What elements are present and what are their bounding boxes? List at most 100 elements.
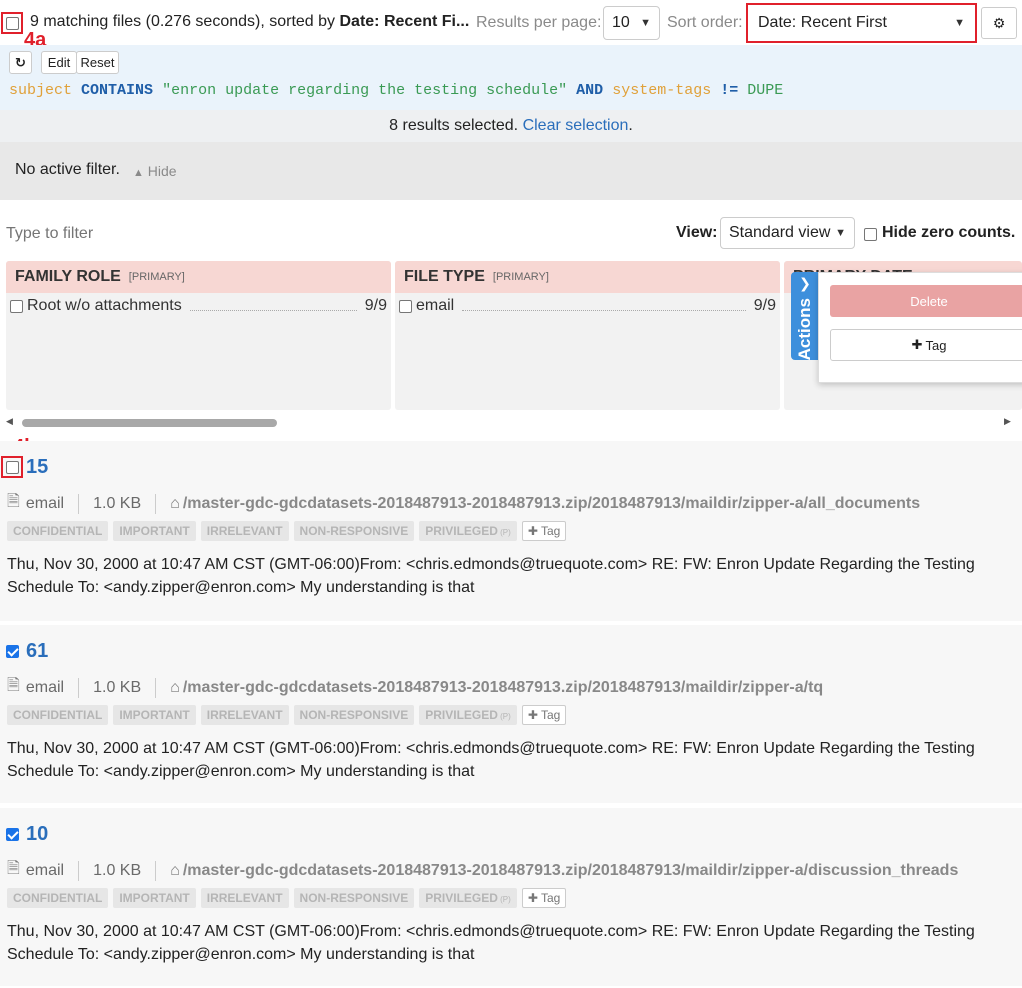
tag-suffix: (P) bbox=[497, 712, 511, 721]
tag-list: CONFIDENTIAL IMPORTANT IRRELEVANT NON-RESPO… bbox=[7, 705, 567, 725]
snippet-line: Schedule To: <andy.zipper@enron.com> My … bbox=[7, 579, 475, 596]
facet-subtitle: [PRIMARY] bbox=[492, 271, 549, 283]
tag-button[interactable]: ✚ Tag bbox=[830, 329, 1022, 361]
facet-item-checkbox[interactable] bbox=[10, 299, 23, 313]
file-path[interactable]: /master-gdc-gdcdatasets-2018487913-20184… bbox=[183, 862, 959, 880]
file-path[interactable]: /master-gdc-gdcdatasets-2018487913-20184… bbox=[183, 495, 920, 513]
doc-id-link[interactable]: 61 bbox=[26, 640, 48, 663]
facet-item-checkbox[interactable] bbox=[399, 299, 412, 313]
facet-item[interactable]: Root w/o attachments 9/9 bbox=[6, 293, 391, 315]
delete-button[interactable]: Delete bbox=[830, 285, 1022, 317]
chevron-right-icon: ❯ bbox=[799, 275, 811, 291]
file-size: 1.0 KB bbox=[93, 678, 142, 696]
tag-chip[interactable]: IRRELEVANT bbox=[200, 705, 289, 725]
results-per-page-select[interactable]: 10 ▼ bbox=[603, 6, 660, 40]
query-field: system-tags bbox=[612, 82, 712, 99]
actions-tab[interactable]: ❯ Actions bbox=[791, 272, 819, 360]
facet-filter-input[interactable] bbox=[4, 220, 404, 248]
sort-order-value: Date: Recent First bbox=[758, 14, 887, 31]
add-tag-label: Tag bbox=[540, 891, 561, 905]
selection-count: 8 results selected. bbox=[389, 117, 519, 134]
facet-item-label: email bbox=[416, 297, 455, 314]
result-snippet: Thu, Nov 30, 2000 at 10:47 AM CST (GMT-0… bbox=[7, 920, 1017, 966]
tag-chip[interactable]: IMPORTANT bbox=[113, 888, 196, 908]
result-checkbox[interactable] bbox=[6, 461, 19, 474]
facet-subtitle: [PRIMARY] bbox=[128, 271, 185, 283]
tag-button-label: Tag bbox=[925, 337, 947, 353]
divider bbox=[78, 677, 80, 698]
refresh-icon: ↻ bbox=[15, 54, 26, 70]
doc-id-link[interactable]: 10 bbox=[26, 823, 48, 846]
facet-title: FILE TYPE bbox=[404, 268, 485, 285]
view-select[interactable]: Standard view ▼ bbox=[720, 217, 855, 249]
tag-chip[interactable]: CONFIDENTIAL bbox=[7, 888, 109, 908]
tag-chip[interactable]: IMPORTANT bbox=[113, 705, 196, 725]
facet-item-count: 9/9 bbox=[753, 297, 776, 314]
selection-period: . bbox=[628, 117, 633, 134]
tag-chip[interactable]: NON-RESPONSIVE bbox=[293, 705, 415, 725]
settings-button[interactable]: ⚙ bbox=[981, 7, 1017, 39]
result-meta: 🗎 email 1.0 KB ⌂ /master-gdc-gdcdatasets… bbox=[7, 857, 958, 884]
selection-bar: 8 results selected. Clear selection. bbox=[0, 110, 1022, 142]
reset-query-button[interactable]: Reset bbox=[76, 51, 119, 74]
hide-filter-button[interactable]: ▲ Hide bbox=[133, 163, 177, 179]
hide-zero-checkbox[interactable] bbox=[864, 228, 877, 241]
results-per-page-value: 10 bbox=[612, 14, 630, 31]
add-tag-button[interactable]: ✚ Tag bbox=[521, 521, 567, 541]
facet-header: FILE TYPE [PRIMARY] bbox=[395, 261, 780, 293]
result-checkbox[interactable] bbox=[6, 828, 19, 841]
file-path[interactable]: /master-gdc-gdcdatasets-2018487913-20184… bbox=[183, 679, 823, 697]
actions-tab-label: Actions bbox=[795, 298, 814, 361]
summary-text: 9 matching files (0.276 seconds), sorted… bbox=[30, 13, 340, 30]
query-string: "enron update regarding the testing sche… bbox=[162, 82, 568, 99]
actions-popover: Delete ✚ Tag bbox=[818, 272, 1022, 383]
chevron-up-icon: ▲ bbox=[133, 167, 144, 179]
result-item-15: 15 🗎 email 1.0 KB ⌂ /master-gdc-gdcdatas… bbox=[0, 441, 1022, 621]
facet-item[interactable]: email 9/9 bbox=[395, 293, 780, 315]
refresh-button[interactable]: ↻ bbox=[9, 51, 32, 74]
snippet-line: Thu, Nov 30, 2000 at 10:47 AM CST (GMT-0… bbox=[7, 740, 975, 757]
view-value: Standard view bbox=[729, 224, 831, 241]
tag-chip[interactable]: PRIVILEGED (P) bbox=[419, 888, 517, 908]
tag-chip[interactable]: CONFIDENTIAL bbox=[7, 705, 109, 725]
add-tag-button[interactable]: ✚ Tag bbox=[521, 705, 567, 725]
select-all-checkbox[interactable] bbox=[6, 17, 19, 30]
tag-chip[interactable]: NON-RESPONSIVE bbox=[293, 888, 415, 908]
tag-list: CONFIDENTIAL IMPORTANT IRRELEVANT NON-RESPO… bbox=[7, 521, 567, 541]
chevron-down-icon: ▼ bbox=[835, 227, 846, 239]
scroll-left-icon[interactable]: ◀ bbox=[6, 416, 13, 427]
tag-chip[interactable]: IRRELEVANT bbox=[200, 521, 289, 541]
tag-list: CONFIDENTIAL IMPORTANT IRRELEVANT NON-RESPO… bbox=[7, 888, 567, 908]
facet-item-label: Root w/o attachments bbox=[27, 297, 182, 314]
facets-scrollbar[interactable]: ◀ ▶ bbox=[6, 416, 1016, 430]
scrollbar-thumb[interactable] bbox=[22, 419, 277, 427]
query-operator: CONTAINS bbox=[81, 82, 154, 99]
result-snippet: Thu, Nov 30, 2000 at 10:47 AM CST (GMT-0… bbox=[7, 553, 1017, 599]
file-icon: 🗎 bbox=[7, 677, 20, 694]
tag-chip[interactable]: PRIVILEGED (P) bbox=[419, 705, 517, 725]
doc-id-link[interactable]: 15 bbox=[26, 456, 48, 479]
add-tag-button[interactable]: ✚ Tag bbox=[521, 888, 567, 908]
edit-query-button[interactable]: Edit bbox=[41, 51, 77, 74]
result-snippet: Thu, Nov 30, 2000 at 10:47 AM CST (GMT-0… bbox=[7, 737, 1017, 783]
tag-chip[interactable]: IMPORTANT bbox=[113, 521, 196, 541]
tag-chip[interactable]: PRIVILEGED (P) bbox=[419, 521, 517, 541]
tag-chip[interactable]: NON-RESPONSIVE bbox=[293, 521, 415, 541]
add-tag-label: Tag bbox=[540, 524, 561, 538]
clear-selection-link[interactable]: Clear selection bbox=[523, 117, 629, 134]
divider bbox=[155, 860, 157, 881]
sort-order-label: Sort order: bbox=[667, 14, 743, 31]
file-type: email bbox=[25, 494, 65, 512]
query-text: subject CONTAINS "enron update regarding… bbox=[9, 82, 783, 99]
sort-order-select[interactable]: Date: Recent First ▼ bbox=[750, 7, 973, 39]
tag-chip[interactable]: IRRELEVANT bbox=[200, 888, 289, 908]
result-checkbox[interactable] bbox=[6, 645, 19, 658]
tag-chip[interactable]: CONFIDENTIAL bbox=[7, 521, 109, 541]
plus-icon: ✚ bbox=[527, 891, 541, 905]
results-per-page-label: Results per page: bbox=[476, 14, 602, 31]
summary-sort: Date: Recent Fi... bbox=[339, 13, 470, 30]
scroll-right-icon[interactable]: ▶ bbox=[1004, 416, 1011, 427]
query-operator: AND bbox=[576, 82, 604, 99]
facet-item-count: 9/9 bbox=[364, 297, 387, 314]
query-operator: != bbox=[720, 82, 739, 99]
